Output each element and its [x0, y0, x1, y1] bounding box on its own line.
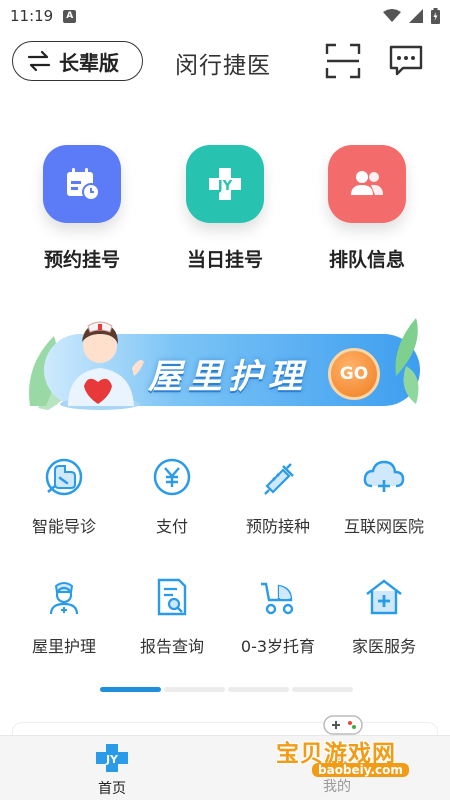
- nav-home[interactable]: JY 首页: [67, 742, 157, 798]
- services-pager: [100, 687, 353, 692]
- chat-bubble-icon: [389, 45, 423, 76]
- svg-text:JY: JY: [105, 753, 119, 766]
- elder-mode-label: 长辈版: [59, 50, 119, 75]
- payment-icon: [150, 455, 194, 499]
- service-vaccine[interactable]: 预防接种: [222, 455, 334, 537]
- nav-home-label: 首页: [98, 781, 126, 797]
- service-internet-hospital[interactable]: 互联网医院: [328, 455, 440, 537]
- service-home-nursing[interactable]: 屋里护理: [8, 575, 120, 657]
- nurse-icon: [42, 575, 86, 619]
- family-doctor-icon: [362, 575, 406, 619]
- page-title: 闵行捷医: [175, 53, 271, 79]
- switch-arrows-icon: [27, 50, 51, 72]
- service-report-query-label: 报告查询: [139, 637, 204, 656]
- scan-icon: [325, 43, 361, 79]
- battery-icon: [431, 8, 440, 24]
- wifi-icon: [383, 9, 401, 22]
- service-childcare-label: 0-3岁托育: [240, 637, 316, 656]
- report-search-icon: [150, 575, 194, 619]
- nurse-illustration: [60, 321, 144, 410]
- cloud-hospital-icon: [362, 455, 406, 499]
- service-home-nursing-label: 屋里护理: [31, 637, 96, 656]
- service-childcare[interactable]: 0-3岁托育: [222, 575, 334, 657]
- queue-info-label: 排队信息: [328, 249, 405, 271]
- pager-indicator: [164, 687, 225, 692]
- leaf-decoration-right: [395, 318, 419, 404]
- watermark: 宝贝游戏网 baobeiy.com: [268, 712, 428, 790]
- banner-title: 屋里护理: [148, 357, 308, 397]
- service-family-doctor-label: 家医服务: [351, 637, 416, 656]
- messages-button[interactable]: [388, 44, 424, 78]
- service-family-doctor[interactable]: 家医服务: [328, 575, 440, 657]
- service-payment-label: 支付: [155, 517, 188, 536]
- queue-info-tile[interactable]: 排队信息: [302, 145, 432, 272]
- status-bar: 11:19 A: [0, 0, 450, 32]
- smart-guide-icon: [42, 455, 86, 499]
- service-report-query[interactable]: 报告查询: [116, 575, 228, 657]
- app-header: 长辈版 闵行捷医: [0, 36, 450, 86]
- pager-indicator-active: [100, 687, 161, 692]
- pager-indicator: [228, 687, 289, 692]
- scan-button[interactable]: [325, 43, 361, 79]
- quick-actions: 预约挂号 JY 当日挂号 排队信息: [0, 145, 450, 275]
- calendar-clock-icon: [43, 145, 121, 223]
- service-vaccine-label: 预防接种: [245, 517, 310, 536]
- pager-indicator: [292, 687, 353, 692]
- same-day-tile[interactable]: JY 当日挂号: [160, 145, 290, 272]
- signal-icon: [409, 9, 423, 23]
- appointment-label: 预约挂号: [43, 249, 120, 271]
- medical-cross-icon: JY: [186, 145, 264, 223]
- stroller-icon: [256, 575, 300, 619]
- service-smart-guide[interactable]: 智能导诊: [8, 455, 120, 537]
- vaccine-icon: [256, 455, 300, 499]
- service-smart-guide-label: 智能导诊: [31, 517, 96, 536]
- service-payment[interactable]: 支付: [116, 455, 228, 537]
- home-nursing-banner[interactable]: 屋里护理 GO: [24, 316, 424, 410]
- home-cross-icon: JY: [96, 744, 128, 772]
- notification-icon: A: [63, 9, 77, 23]
- status-indicators: [383, 8, 440, 24]
- service-internet-hospital-label: 互联网医院: [343, 517, 424, 536]
- appointment-tile[interactable]: 预约挂号: [17, 145, 147, 272]
- status-time: 11:19: [10, 7, 54, 25]
- same-day-label: 当日挂号: [186, 249, 263, 271]
- elder-mode-button[interactable]: 长辈版: [12, 41, 143, 81]
- banner-go-button[interactable]: GO: [328, 348, 380, 400]
- people-queue-icon: [328, 145, 406, 223]
- watermark-url: baobeiy.com: [312, 763, 409, 777]
- svg-text:JY: JY: [217, 179, 233, 194]
